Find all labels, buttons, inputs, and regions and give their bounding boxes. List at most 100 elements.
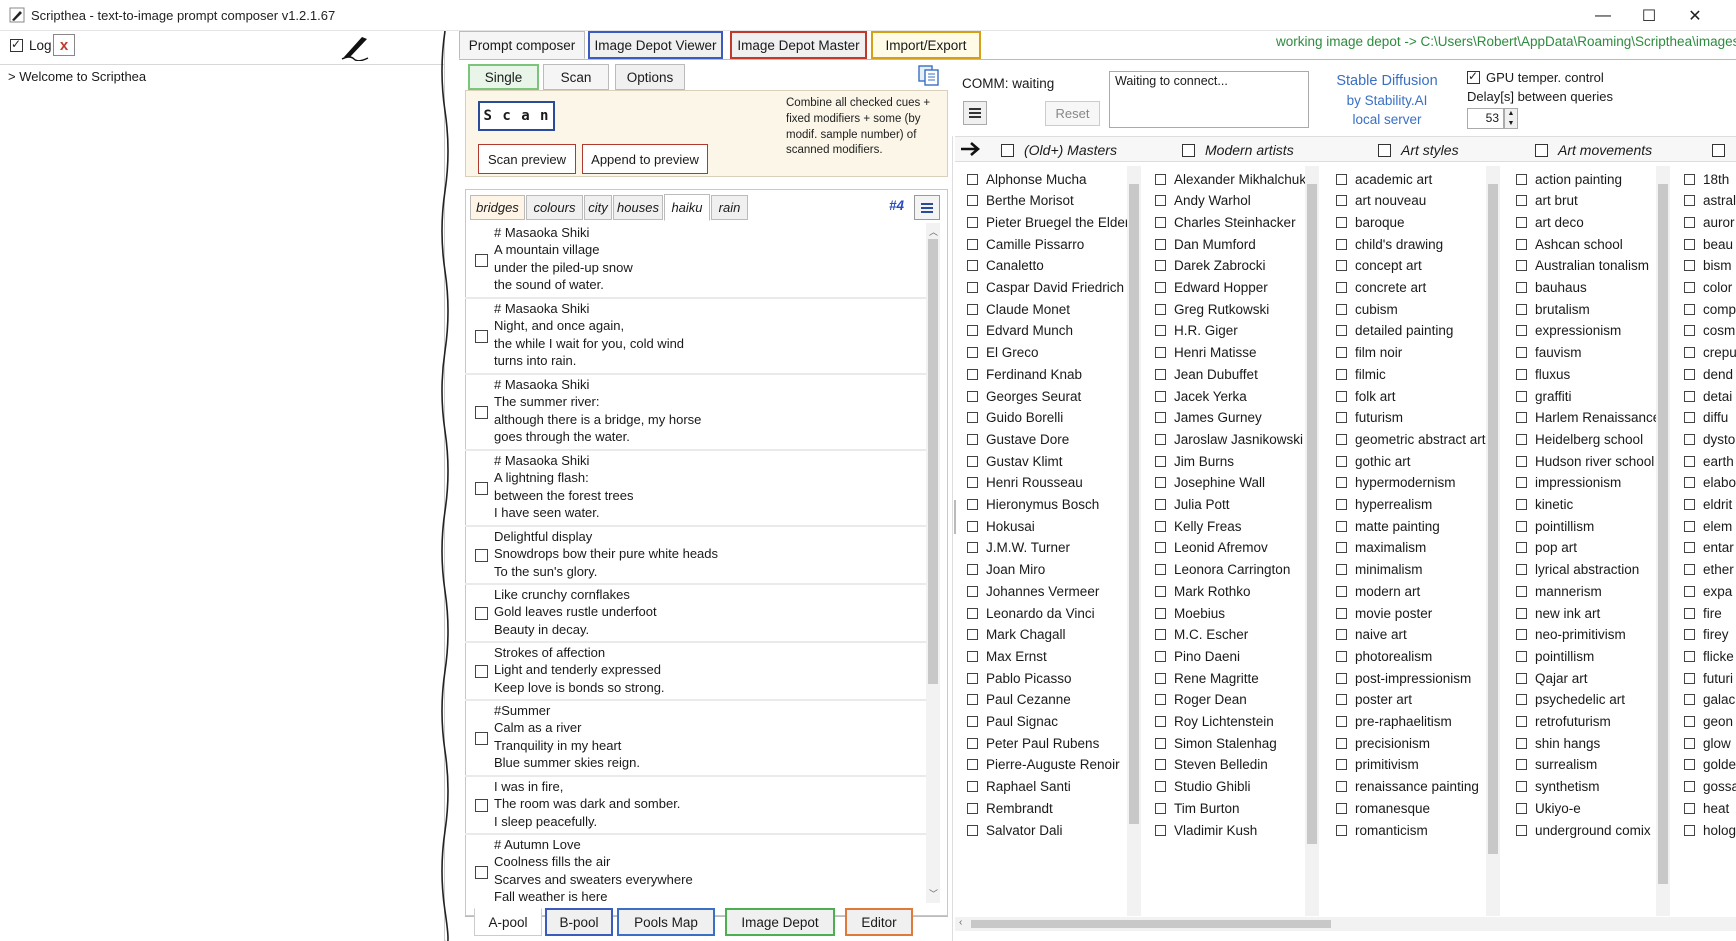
modifier-item[interactable]: firey: [1684, 623, 1729, 647]
modern-artist-item[interactable]: Tim Burton: [1155, 796, 1240, 820]
modifier-item[interactable]: holog: [1684, 818, 1736, 842]
master-checkbox[interactable]: [967, 759, 978, 771]
modifier-checkbox[interactable]: [1684, 477, 1695, 489]
haiku-checkbox[interactable]: [475, 799, 488, 812]
haiku-checkbox[interactable]: [475, 482, 488, 495]
haiku-row[interactable]: # Masaoka Shiki A mountain village under t…: [465, 223, 927, 299]
modifier-item[interactable]: golde: [1684, 753, 1736, 777]
modern-artist-checkbox[interactable]: [1155, 412, 1166, 424]
modern-artist-item[interactable]: Rene Magritte: [1155, 666, 1259, 690]
art-movement-checkbox[interactable]: [1516, 347, 1527, 359]
modifier-item[interactable]: expa: [1684, 579, 1732, 603]
master-checkbox[interactable]: [967, 173, 978, 185]
art-movement-checkbox[interactable]: [1516, 629, 1527, 641]
art-movement-checkbox[interactable]: [1516, 368, 1527, 380]
modifier-item[interactable]: glow: [1684, 731, 1731, 755]
art-movement-item[interactable]: brutalism: [1516, 297, 1590, 321]
art-movement-checkbox[interactable]: [1516, 694, 1527, 706]
art-style-item[interactable]: romanesque: [1336, 796, 1430, 820]
modern-artist-item[interactable]: Alexander Mikhalchuk: [1155, 167, 1305, 191]
art-movement-item[interactable]: art deco: [1516, 210, 1584, 234]
modifier-checkbox[interactable]: [1684, 216, 1695, 228]
art-style-checkbox[interactable]: [1336, 824, 1347, 836]
art-style-checkbox[interactable]: [1336, 303, 1347, 315]
modifier-item[interactable]: earth: [1684, 449, 1734, 473]
haiku-row[interactable]: I was in fire, The room was dark and somb…: [465, 777, 927, 835]
modifier-item[interactable]: futuri: [1684, 666, 1733, 690]
art-movement-checkbox[interactable]: [1516, 477, 1527, 489]
modifier-item[interactable]: diffu: [1684, 406, 1728, 430]
category-fifth[interactable]: [1712, 141, 1735, 159]
modern-artist-item[interactable]: Josephine Wall: [1155, 471, 1265, 495]
modern-artist-item[interactable]: Studio Ghibli: [1155, 775, 1251, 799]
modifier-checkbox[interactable]: [1684, 824, 1695, 836]
art-style-checkbox[interactable]: [1336, 759, 1347, 771]
tab-houses[interactable]: houses: [613, 195, 663, 220]
master-item[interactable]: Georges Seurat: [967, 384, 1081, 408]
art-style-checkbox[interactable]: [1336, 368, 1347, 380]
art-movement-checkbox[interactable]: [1516, 802, 1527, 814]
tab-image-depot-viewer[interactable]: Image Depot Viewer: [588, 31, 723, 59]
art-style-item[interactable]: gothic art: [1336, 449, 1411, 473]
art-style-item[interactable]: modern art: [1336, 579, 1420, 603]
master-checkbox[interactable]: [967, 260, 978, 272]
master-item[interactable]: Paul Signac: [967, 710, 1058, 734]
art-movement-item[interactable]: Harlem Renaissance: [1516, 406, 1656, 430]
copy-icon[interactable]: [917, 64, 941, 86]
art-style-checkbox[interactable]: [1336, 412, 1347, 424]
cue-menu-button[interactable]: [914, 195, 940, 220]
modern-artist-checkbox[interactable]: [1155, 781, 1166, 793]
reset-button[interactable]: Reset: [1045, 101, 1100, 126]
category-checkbox[interactable]: [1182, 143, 1195, 157]
modern-artist-item[interactable]: Mark Rothko: [1155, 579, 1251, 603]
art-style-item[interactable]: baroque: [1336, 210, 1405, 234]
master-checkbox[interactable]: [967, 650, 978, 662]
art-movement-item[interactable]: expressionism: [1516, 319, 1621, 343]
haiku-row[interactable]: Delightful display Snowdrops bow their pu…: [465, 527, 927, 585]
master-item[interactable]: Pierre-Auguste Renoir: [967, 753, 1120, 777]
modifier-item[interactable]: color: [1684, 276, 1732, 300]
master-item[interactable]: Ferdinand Knab: [967, 362, 1082, 386]
haiku-scroll-thumb[interactable]: [928, 239, 938, 684]
master-checkbox[interactable]: [967, 303, 978, 315]
scan-button[interactable]: S c a n: [478, 101, 555, 131]
art-movement-item[interactable]: graffiti: [1516, 384, 1572, 408]
movements-scrollbar[interactable]: [1656, 166, 1670, 916]
art-movement-item[interactable]: action painting: [1516, 167, 1622, 191]
modifier-item[interactable]: elem: [1684, 514, 1732, 538]
scan-preview-button[interactable]: Scan preview: [478, 144, 576, 174]
stepper-down-icon[interactable]: ▼: [1505, 119, 1517, 129]
art-movement-item[interactable]: retrofuturism: [1516, 710, 1611, 734]
haiku-row[interactable]: # Masaoka Shiki Night, and once again, the…: [465, 299, 927, 375]
art-movement-checkbox[interactable]: [1516, 325, 1527, 337]
scroll-down-icon[interactable]: ﹀: [929, 887, 938, 900]
master-checkbox[interactable]: [967, 455, 978, 467]
haiku-checkbox[interactable]: [475, 665, 488, 678]
art-movement-checkbox[interactable]: [1516, 607, 1527, 619]
master-item[interactable]: Raphael Santi: [967, 775, 1071, 799]
modifier-checkbox[interactable]: [1684, 195, 1695, 207]
art-movement-item[interactable]: Heidelberg school: [1516, 427, 1643, 451]
modern-artist-item[interactable]: Roger Dean: [1155, 688, 1247, 712]
art-style-checkbox[interactable]: [1336, 282, 1347, 293]
master-checkbox[interactable]: [967, 824, 978, 836]
modern-artist-checkbox[interactable]: [1155, 347, 1166, 359]
art-style-item[interactable]: post-impressionism: [1336, 666, 1471, 690]
scroll-up-icon[interactable]: ︿: [929, 225, 938, 238]
art-movement-item[interactable]: pointillism: [1516, 514, 1594, 538]
master-checkbox[interactable]: [967, 433, 978, 445]
modern-artist-checkbox[interactable]: [1155, 325, 1166, 337]
horizontal-scrollbar[interactable]: ‹: [955, 917, 1736, 931]
art-movement-item[interactable]: neo-primitivism: [1516, 623, 1626, 647]
modifier-item[interactable]: dend: [1684, 362, 1733, 386]
modern-artist-checkbox[interactable]: [1155, 520, 1166, 532]
modifier-checkbox[interactable]: [1684, 542, 1695, 554]
tab-image-depot[interactable]: Image Depot: [725, 908, 835, 936]
art-style-checkbox[interactable]: [1336, 325, 1347, 337]
master-item[interactable]: Canaletto: [967, 254, 1044, 278]
modern-artist-checkbox[interactable]: [1155, 368, 1166, 380]
styles-scroll-thumb[interactable]: [1488, 184, 1498, 854]
master-item[interactable]: Joan Miro: [967, 558, 1045, 582]
modifier-checkbox[interactable]: [1684, 737, 1695, 749]
minimize-button[interactable]: —: [1580, 0, 1626, 31]
